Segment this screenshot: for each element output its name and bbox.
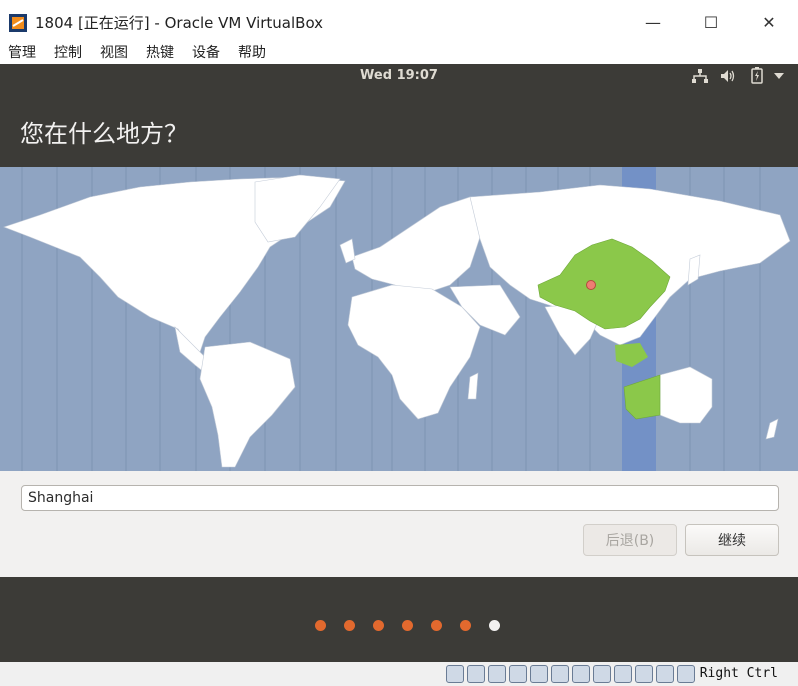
page-title: 您在什么地方？ [20, 120, 188, 148]
virtualbox-app-icon [9, 14, 27, 32]
world-map-graphic[interactable] [0, 167, 798, 471]
menu-control[interactable]: 控制 [54, 42, 82, 62]
keyboard-icon[interactable] [677, 665, 695, 683]
window-titlebar: 1804 [正在运行] - Oracle VM VirtualBox — ☐ ✕ [0, 0, 798, 40]
optical-drive-icon[interactable] [467, 665, 485, 683]
status-icons [446, 665, 695, 683]
maximize-button[interactable]: ☐ [688, 8, 734, 36]
progress-dot [430, 620, 442, 631]
system-menu-icon[interactable] [774, 72, 784, 80]
guest-top-panel: Wed 19:07 [0, 64, 798, 88]
panel-clock[interactable]: Wed 19:07 [0, 68, 798, 83]
menubar: 管理 控制 视图 热键 设备 帮助 [0, 40, 798, 64]
audio-icon[interactable] [488, 665, 506, 683]
progress-dot [401, 620, 413, 631]
recording-icon[interactable] [614, 665, 632, 683]
continue-button[interactable]: 继续 [685, 524, 779, 556]
progress-dots [0, 620, 798, 631]
location-pin-icon[interactable] [586, 280, 596, 290]
maximize-icon: ☐ [703, 12, 719, 32]
progress-dot [314, 620, 326, 631]
installer-footer [0, 577, 798, 662]
timezone-map[interactable] [0, 167, 798, 471]
network-icon[interactable] [692, 69, 708, 83]
display-icon[interactable] [572, 665, 590, 683]
usb-icon[interactable] [530, 665, 548, 683]
shared-folders-icon[interactable] [551, 665, 569, 683]
timezone-input[interactable] [21, 485, 779, 511]
volume-icon[interactable] [720, 69, 736, 83]
progress-dot [372, 620, 384, 631]
close-button[interactable]: ✕ [746, 8, 792, 36]
network-icon[interactable] [509, 665, 527, 683]
minimize-button[interactable]: — [630, 8, 676, 36]
capture-icon[interactable] [593, 665, 611, 683]
back-button[interactable]: 后退(B) [583, 524, 677, 556]
host-key-label: Right Ctrl [699, 666, 778, 681]
menu-view[interactable]: 视图 [100, 42, 128, 62]
window-title: 1804 [正在运行] - Oracle VM VirtualBox [35, 14, 324, 32]
menu-help[interactable]: 帮助 [238, 42, 266, 62]
minimize-icon: — [645, 12, 661, 32]
menu-hotkey[interactable]: 热键 [146, 42, 174, 62]
continents [3, 174, 791, 468]
battery-icon[interactable] [751, 67, 763, 84]
menu-manage[interactable]: 管理 [8, 42, 36, 62]
close-icon: ✕ [762, 12, 776, 32]
cpu-icon[interactable] [635, 665, 653, 683]
menu-devices[interactable]: 设备 [192, 42, 220, 62]
progress-dot [488, 620, 500, 631]
progress-dot [343, 620, 355, 631]
mouse-integration-icon[interactable] [656, 665, 674, 683]
hard-disk-icon[interactable] [446, 665, 464, 683]
installer-header: 您在什么地方？ [0, 88, 798, 167]
vm-statusbar: Right Ctrl [0, 662, 798, 686]
progress-dot [459, 620, 471, 631]
installer-form: 后退(B) 继续 [0, 471, 798, 577]
